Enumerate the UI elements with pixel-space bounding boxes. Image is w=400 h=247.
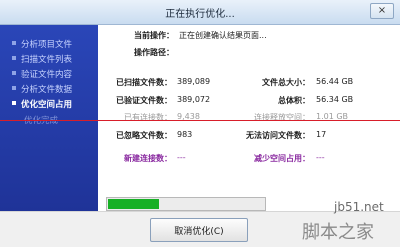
watermark-brand: 脚本之家 — [302, 222, 374, 243]
progress-fill — [108, 199, 159, 209]
steps-sidebar: 分析项目文件 扫描文件列表 验证文件内容 分析文件数据 优化空间占用 优化完成 — [0, 25, 98, 211]
new-links-label: 新建连接数： — [124, 154, 172, 163]
progress-bar — [106, 197, 266, 211]
step-bullet-icon — [12, 71, 16, 75]
step-label: 扫描文件列表 — [21, 55, 73, 65]
total-volume-value: 56.34 GB — [316, 95, 354, 104]
links-label: 已有连接数： — [124, 113, 172, 122]
noaccess-label: 无法访问文件数： — [246, 131, 310, 140]
noaccess-value: 17 — [316, 130, 327, 139]
total-size-value: 56.44 GB — [316, 77, 354, 86]
close-button[interactable]: × — [370, 3, 394, 19]
reclaim-label: 连接释放空间： — [254, 113, 310, 122]
verified-label: 已验证文件数： — [116, 96, 172, 105]
step-bullet-icon — [12, 101, 16, 105]
new-links-value: --- — [177, 153, 186, 162]
close-icon: × — [377, 5, 387, 16]
total-size-label: 文件总大小： — [262, 78, 310, 87]
step-bullet-icon — [12, 86, 16, 90]
cancel-optimize-button[interactable]: 取消优化(C) — [150, 218, 248, 242]
reduce-label: 减少空间占用： — [254, 154, 310, 163]
step-label: 分析文件数据 — [21, 85, 73, 95]
window-title: 正在执行优化... — [165, 9, 235, 20]
reduce-value: --- — [316, 153, 325, 162]
ignored-label: 已忽略文件数： — [116, 131, 172, 140]
step-bullet-icon — [12, 56, 16, 60]
ignored-value: 983 — [177, 130, 193, 139]
divider-line — [0, 120, 400, 121]
scanned-value: 389,089 — [177, 77, 211, 86]
title-bar: 正在执行优化... × — [0, 0, 400, 25]
step-label: 优化空间占用 — [21, 100, 73, 110]
watermark-site: jb51.net — [334, 200, 384, 214]
verified-value: 389,072 — [177, 95, 211, 104]
current-op-label: 当前操作： — [134, 31, 174, 40]
step-bullet-icon — [12, 41, 16, 45]
cancel-button-label: 取消优化(C) — [174, 227, 224, 237]
current-op-value: 正在创建确认结果页面... — [179, 31, 267, 40]
path-label: 操作路径： — [134, 48, 174, 57]
scanned-label: 已扫描文件数： — [116, 78, 172, 87]
step-label: 分析项目文件 — [21, 40, 73, 50]
total-volume-label: 总体积： — [278, 96, 310, 105]
step-label: 验证文件内容 — [21, 70, 73, 80]
